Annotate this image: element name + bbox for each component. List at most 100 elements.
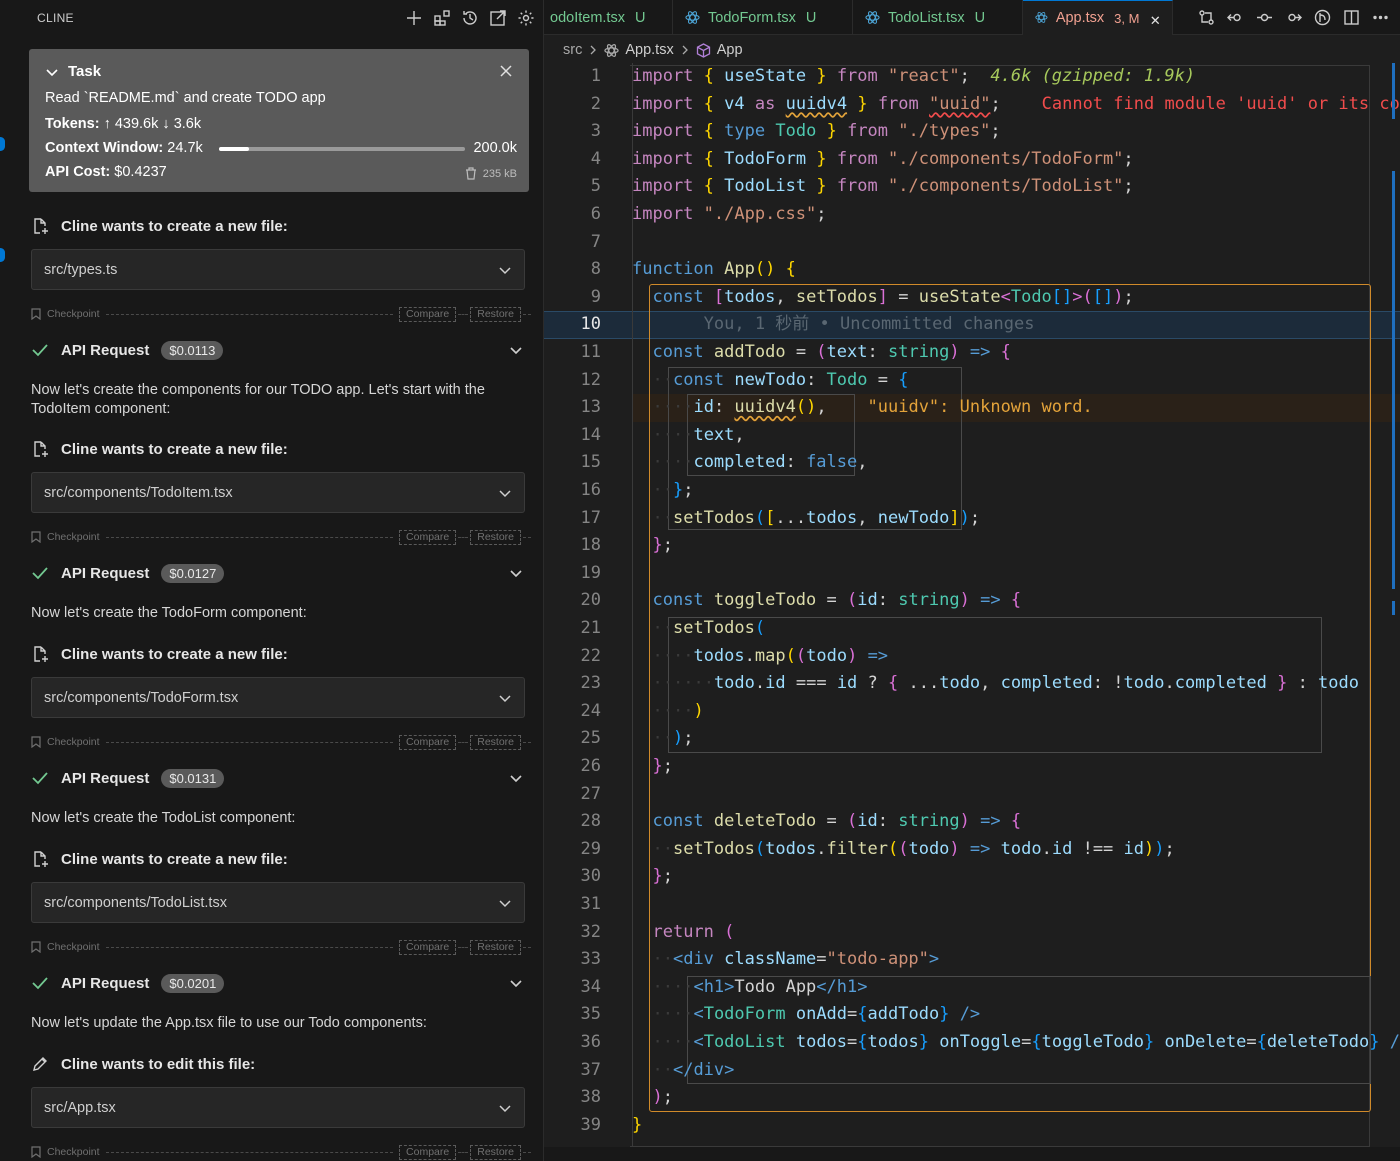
code-line[interactable]: const addTodo = (text: string) => {	[632, 339, 1010, 367]
tab-status: U	[634, 9, 646, 26]
popout-button[interactable]	[486, 6, 510, 30]
tab-label: App.tsx	[1055, 10, 1105, 26]
code-line[interactable]: ····<TodoList todos={todos} onToggle={to…	[632, 1029, 1400, 1057]
tab-label: odoItem.tsx	[550, 9, 625, 26]
code-line[interactable]: ······todo.id === id ? { ...todo, comple…	[632, 670, 1359, 698]
go-back-button[interactable]	[1224, 6, 1247, 29]
code-area[interactable]: 1 import { useState } from "react"; 4.6k …	[544, 63, 1400, 1147]
breadcrumb-file[interactable]: App.tsx	[625, 42, 673, 58]
api-request-row[interactable]: API Request $0.0127	[31, 562, 525, 584]
code-line[interactable]: ····id: uuidv4(), "uuidv": Unknown word.	[632, 394, 1092, 422]
compare-button[interactable]: Compare	[399, 1144, 457, 1160]
code-line[interactable]: const toggleTodo = (id: string) => {	[632, 587, 1021, 615]
breadcrumb-folder[interactable]: src	[563, 42, 582, 58]
code-line[interactable]: ··const newTodo: Todo = {	[632, 367, 908, 395]
tab-app[interactable]: App.tsx 3, M	[1023, 0, 1173, 35]
code-line[interactable]: const [todos, setTodos] = useState<Todo[…	[632, 284, 1133, 312]
code-line[interactable]: ····todos.map((todo) =>	[632, 643, 888, 671]
compare-button[interactable]: Compare	[399, 939, 457, 955]
restore-button[interactable]: Restore	[470, 1144, 521, 1160]
expand-toggle[interactable]	[509, 343, 523, 357]
settings-button[interactable]	[514, 6, 538, 30]
tab-todoform[interactable]: TodoForm.tsx U	[673, 0, 853, 35]
tab-todoitem[interactable]: odoItem.tsx U	[544, 0, 673, 35]
more-actions-button[interactable]	[1369, 6, 1392, 29]
expand-toggle[interactable]	[498, 691, 512, 705]
file-path-box[interactable]: src/types.ts	[31, 249, 525, 290]
timeline-button[interactable]	[1253, 6, 1276, 29]
compare-button[interactable]: Compare	[399, 306, 457, 322]
close-icon[interactable]	[499, 64, 513, 78]
breadcrumb-symbol[interactable]: App	[717, 42, 743, 58]
context-label: Context Window:	[45, 140, 164, 156]
code-line[interactable]: ··setTodos(	[632, 615, 765, 643]
file-path-box[interactable]: src/components/TodoForm.tsx	[31, 677, 525, 718]
code-line[interactable]: ····text,	[632, 422, 744, 450]
restore-button[interactable]: Restore	[470, 306, 521, 322]
code-line[interactable]: };	[632, 532, 673, 560]
file-path-box[interactable]: src/components/TodoList.tsx	[31, 882, 525, 923]
api-request-row[interactable]: API Request $0.0201	[31, 972, 525, 994]
code-line[interactable]: ··setTodos([...todos, newTodo]);	[632, 505, 980, 533]
code-line[interactable]: function App() {	[632, 256, 796, 284]
code-line[interactable]: };	[632, 863, 673, 891]
mcp-servers-button[interactable]	[430, 6, 454, 30]
split-editor-button[interactable]	[1340, 6, 1363, 29]
code-line[interactable]: ··<div className="todo-app">	[632, 946, 939, 974]
code-line[interactable]: import { TodoForm } from "./components/T…	[632, 146, 1134, 174]
close-icon[interactable]	[1151, 13, 1160, 25]
checkpoint-row: Checkpoint Compare Restore	[31, 529, 531, 545]
file-action-text: Cline wants to create a new file:	[61, 217, 288, 235]
api-request-row[interactable]: API Request $0.0131	[31, 767, 525, 789]
delete-task-button[interactable]: 235 kB	[465, 167, 517, 180]
new-task-button[interactable]	[402, 6, 426, 30]
code-line[interactable]: You, 1 秒前 • Uncommitted changes	[632, 311, 1035, 339]
file-path-box[interactable]: src/App.tsx	[31, 1087, 525, 1128]
code-line[interactable]: return (	[632, 919, 734, 947]
code-line[interactable]: ····<h1>Todo App</h1>	[632, 974, 867, 1002]
code-line[interactable]: import { useState } from "react"; 4.6k (…	[632, 63, 1195, 91]
open-changes-button[interactable]	[1311, 6, 1334, 29]
chevron-down-icon[interactable]	[45, 65, 59, 79]
code-line[interactable]: import { v4 as uuidv4 } from "uuid"; Can…	[632, 91, 1400, 119]
code-line[interactable]: ····<TodoForm onAdd={addTodo} />	[632, 1001, 980, 1029]
breadcrumb: src App.tsx App	[563, 40, 743, 60]
history-button[interactable]	[458, 6, 482, 30]
line-number: 15	[580, 452, 601, 473]
compare-button[interactable]: Compare	[399, 734, 457, 750]
expand-toggle[interactable]	[498, 896, 512, 910]
restore-button[interactable]: Restore	[470, 529, 521, 545]
expand-toggle[interactable]	[498, 1101, 512, 1115]
code-line[interactable]: ··};	[632, 477, 693, 505]
code-line[interactable]: const deleteTodo = (id: string) => {	[632, 808, 1021, 836]
code-line[interactable]: ··</div>	[632, 1057, 734, 1085]
expand-toggle[interactable]	[509, 976, 523, 990]
expand-toggle[interactable]	[498, 486, 512, 500]
code-line[interactable]: ··setTodos(todos.filter((todo) => todo.i…	[632, 836, 1174, 864]
api-request-row[interactable]: API Request $0.0113	[31, 339, 525, 361]
compare-changes-button[interactable]	[1195, 6, 1218, 29]
code-line[interactable]: ····)	[632, 698, 703, 726]
checkpoint-label: Checkpoint	[47, 531, 100, 543]
compare-button[interactable]: Compare	[399, 529, 457, 545]
restore-button[interactable]: Restore	[470, 939, 521, 955]
code-line[interactable]: ····completed: false,	[632, 449, 867, 477]
code-line[interactable]: import "./App.css";	[632, 201, 827, 229]
code-line[interactable]: };	[632, 753, 673, 781]
code-line[interactable]: import { type Todo } from "./types";	[632, 118, 1001, 146]
code-line[interactable]: );	[632, 1084, 673, 1112]
new-file-icon	[34, 851, 48, 867]
code-line[interactable]: }	[632, 1112, 642, 1140]
expand-toggle[interactable]	[509, 566, 523, 580]
file-path-box[interactable]: src/components/TodoItem.tsx	[31, 472, 525, 513]
file-path: src/components/TodoList.tsx	[44, 894, 227, 911]
overview-ruler[interactable]	[1386, 63, 1400, 1147]
line-number: 18	[580, 535, 601, 556]
code-line[interactable]: import { TodoList } from "./components/T…	[632, 173, 1134, 201]
expand-toggle[interactable]	[509, 771, 523, 785]
restore-button[interactable]: Restore	[470, 734, 521, 750]
code-line[interactable]: ··);	[632, 725, 693, 753]
expand-toggle[interactable]	[498, 263, 512, 277]
go-forward-button[interactable]	[1282, 6, 1305, 29]
tab-todolist[interactable]: TodoList.tsx U	[853, 0, 1023, 35]
